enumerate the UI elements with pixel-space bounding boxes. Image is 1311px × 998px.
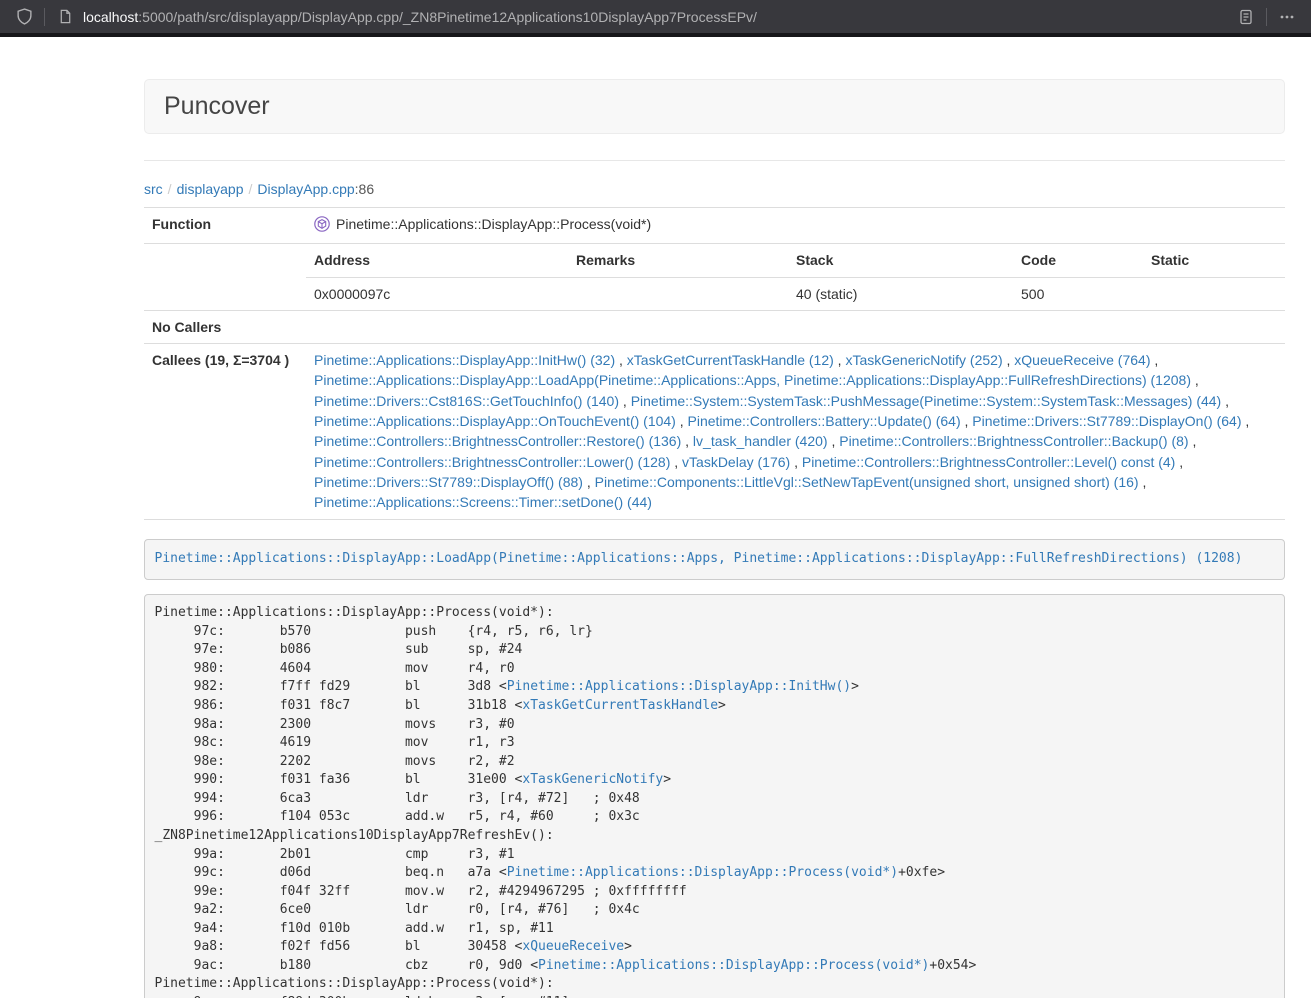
callee-link[interactable]: Pinetime::Applications::Screens::Timer::… (314, 494, 652, 510)
page-icon[interactable] (53, 5, 77, 29)
disassembly-listing: Pinetime::Applications::DisplayApp::Proc… (144, 594, 1285, 998)
highlighted-callee-link[interactable]: Pinetime::Applications::DisplayApp::Load… (155, 551, 1243, 566)
callee-link[interactable]: Pinetime::Controllers::BrightnessControl… (314, 454, 670, 470)
callee-link[interactable]: Pinetime::Drivers::St7789::DisplayOn() (… (972, 413, 1241, 429)
function-label: Function (144, 208, 306, 244)
callee-link[interactable]: vTaskDelay (176) (682, 454, 790, 470)
breadcrumb: src/displayapp/DisplayApp.cpp:86 (144, 179, 1285, 199)
overflow-menu-icon[interactable] (1275, 5, 1299, 29)
col-header-address: Address (306, 244, 568, 277)
col-header-code: Code (1013, 244, 1143, 277)
callee-link[interactable]: xTaskGenericNotify (252) (845, 352, 1002, 368)
shield-icon[interactable] (12, 5, 36, 29)
function-row: Function Pinetime::Applications::Display… (144, 208, 1285, 244)
callee-link[interactable]: Pinetime::Applications::DisplayApp::Init… (314, 352, 615, 368)
content: Puncover src/displayapp/DisplayApp.cpp:8… (144, 79, 1285, 998)
no-callers-row: No Callers (144, 310, 1285, 343)
app-header: Puncover (144, 79, 1285, 134)
function-table: Function Pinetime::Applications::Display… (144, 207, 1285, 520)
highlighted-callee-box: Pinetime::Applications::DisplayApp::Load… (144, 539, 1285, 580)
callee-link[interactable]: Pinetime::Components::LittleVgl::SetNewT… (595, 474, 1139, 490)
callee-link[interactable]: Pinetime::System::SystemTask::PushMessag… (631, 393, 1222, 409)
col-header-static: Static (1143, 244, 1285, 277)
callee-link[interactable]: Pinetime::Applications::DisplayApp::Load… (314, 372, 1191, 388)
table-row: 0x0000097c 40 (static) 500 (306, 277, 1285, 310)
browser-toolbar: localhost:5000/path/src/displayapp/Displ… (0, 0, 1311, 37)
toolbar-divider (1266, 8, 1267, 26)
address-value: 0x0000097c (306, 277, 568, 310)
url-host: localhost (83, 9, 138, 25)
no-callers-label: No Callers (144, 310, 306, 343)
callee-link[interactable]: xTaskGetCurrentTaskHandle (12) (627, 352, 834, 368)
function-signature: Pinetime::Applications::DisplayApp::Proc… (336, 216, 651, 232)
stack-value: 40 (static) (788, 277, 1013, 310)
code-value: 500 (1013, 277, 1143, 310)
toolbar-divider (44, 8, 45, 26)
cube-icon (314, 216, 330, 237)
callee-link[interactable]: lv_task_handler (420) (693, 433, 828, 449)
breadcrumb-link[interactable]: DisplayApp.cpp (257, 181, 354, 197)
breadcrumb-line-number: :86 (355, 181, 374, 197)
callees-list: Pinetime::Applications::DisplayApp::Init… (306, 344, 1285, 519)
breadcrumb-link[interactable]: displayapp (177, 181, 244, 197)
stats-row: Address Remarks Stack Code Static (144, 244, 1285, 311)
callee-link[interactable]: xQueueReceive (764) (1014, 352, 1150, 368)
assembly-symbol-link[interactable]: Pinetime::Applications::DisplayApp::Init… (507, 679, 851, 694)
callee-link[interactable]: Pinetime::Drivers::Cst816S::GetTouchInfo… (314, 393, 619, 409)
breadcrumb-separator: / (168, 181, 172, 197)
assembly-symbol-link[interactable]: Pinetime::Applications::DisplayApp::Proc… (507, 865, 898, 880)
breadcrumb-separator: / (249, 181, 253, 197)
callee-link[interactable]: Pinetime::Controllers::BrightnessControl… (314, 433, 681, 449)
remarks-value (568, 277, 788, 310)
callee-link[interactable]: Pinetime::Controllers::BrightnessControl… (802, 454, 1175, 470)
assembly-symbol-link[interactable]: xTaskGenericNotify (522, 772, 663, 787)
page-title: Puncover (164, 92, 270, 120)
browser-window: localhost:5000/path/src/displayapp/Displ… (0, 0, 1311, 998)
stats-table: Address Remarks Stack Code Static (306, 244, 1285, 310)
assembly-symbol-link[interactable]: xQueueReceive (522, 939, 624, 954)
url-bar[interactable]: localhost:5000/path/src/displayapp/Displ… (83, 9, 1234, 25)
page: Puncover src/displayapp/DisplayApp.cpp:8… (0, 37, 1311, 998)
divider (144, 160, 1285, 161)
url-path: :5000/path/src/displayapp/DisplayApp.cpp… (138, 9, 757, 25)
callee-link[interactable]: Pinetime::Applications::DisplayApp::OnTo… (314, 413, 676, 429)
callee-link[interactable]: Pinetime::Controllers::Battery::Update()… (688, 413, 961, 429)
callee-link[interactable]: Pinetime::Controllers::BrightnessControl… (839, 433, 1188, 449)
callees-label: Callees (19, Σ=3704 ) (144, 344, 306, 519)
reader-mode-icon[interactable] (1234, 5, 1258, 29)
callee-link[interactable]: Pinetime::Drivers::St7789::DisplayOff() … (314, 474, 583, 490)
assembly-symbol-link[interactable]: xTaskGetCurrentTaskHandle (522, 698, 718, 713)
static-value (1143, 277, 1285, 310)
col-header-stack: Stack (788, 244, 1013, 277)
col-header-remarks: Remarks (568, 244, 788, 277)
breadcrumb-link[interactable]: src (144, 181, 163, 197)
assembly-symbol-link[interactable]: Pinetime::Applications::DisplayApp::Proc… (538, 958, 929, 973)
callees-row: Callees (19, Σ=3704 ) Pinetime::Applicat… (144, 344, 1285, 519)
